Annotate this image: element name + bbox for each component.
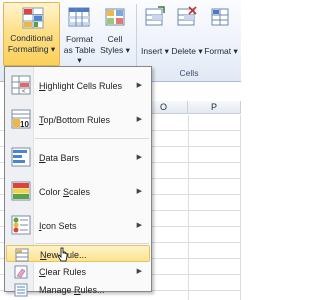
menu-item-label: Top/Bottom Rules bbox=[39, 115, 110, 125]
new-rule-icon bbox=[15, 248, 29, 262]
mouse-pointer-icon bbox=[57, 247, 68, 262]
cell-styles-label-row: Styles ▾ bbox=[99, 45, 131, 55]
menu-separator bbox=[35, 138, 149, 139]
menu-separator bbox=[35, 243, 149, 244]
svg-text:<: < bbox=[22, 89, 26, 95]
delete-label-row: Delete ▾ bbox=[171, 46, 203, 56]
gridline bbox=[188, 115, 189, 300]
label-text: ata Bars bbox=[45, 153, 80, 163]
chevron-down-icon: ▾ bbox=[233, 46, 238, 56]
menu-item-label: Color Scales bbox=[39, 187, 90, 197]
chevron-down-icon: ▾ bbox=[198, 46, 203, 56]
menu-item-clear-rules[interactable]: Clear Rules ▶ bbox=[6, 263, 150, 280]
highlight-cells-icon: < bbox=[11, 75, 31, 95]
menu-item-color-scales[interactable]: Color Scales ▶ bbox=[6, 175, 150, 207]
menu-item-label: Icon Sets bbox=[39, 221, 77, 231]
manage-rules-icon bbox=[14, 283, 28, 297]
clear-rules-icon bbox=[14, 265, 28, 279]
cell-styles-button[interactable]: Cell Styles ▾ bbox=[99, 4, 131, 64]
conditional-formatting-icon bbox=[22, 7, 44, 29]
column-header-p[interactable]: P bbox=[188, 101, 241, 114]
menu-item-data-bars[interactable]: Data Bars ▶ bbox=[6, 141, 150, 173]
format-cells-icon bbox=[211, 8, 229, 26]
submenu-arrow-icon: ▶ bbox=[136, 188, 142, 195]
data-bars-icon bbox=[11, 147, 31, 167]
gridline bbox=[240, 115, 241, 300]
menu-item-label: Data Bars bbox=[39, 153, 79, 163]
top-bottom-10-icon: 10 bbox=[11, 109, 31, 129]
cells-group-label: Cells bbox=[179, 68, 199, 78]
submenu-arrow-icon: ▶ bbox=[136, 222, 142, 229]
cell-styles-label-2: Styles bbox=[100, 45, 124, 55]
format-label: Format bbox=[204, 46, 232, 56]
cell-styles-label-1: Cell bbox=[107, 34, 123, 44]
menu-item-new-rule[interactable]: New Rule... bbox=[6, 245, 150, 262]
label-text: op/Bottom Rules bbox=[43, 115, 111, 125]
submenu-arrow-icon: ▶ bbox=[136, 82, 142, 89]
format-as-table-button[interactable]: Format as Table ▾ bbox=[62, 4, 97, 65]
chevron-down-icon: ▾ bbox=[77, 55, 82, 65]
menu-item-top-bottom-rules[interactable]: 10 Top/Bottom Rules ▶ bbox=[6, 103, 150, 135]
menu-item-highlight-cells-rules[interactable]: < Highlight Cells Rules ▶ bbox=[6, 69, 150, 101]
label-text: lear Rules bbox=[45, 267, 87, 277]
label-text: cales bbox=[69, 187, 91, 197]
delete-cells-icon bbox=[177, 6, 197, 26]
conditional-formatting-label-1: Conditional bbox=[10, 33, 53, 43]
color-scales-icon bbox=[11, 181, 31, 201]
submenu-arrow-icon: ▶ bbox=[136, 116, 142, 123]
label-text: ighlight Cells Rules bbox=[45, 81, 123, 91]
delete-label: Delete bbox=[171, 46, 196, 56]
label-text: Color bbox=[39, 187, 64, 197]
cell-styles-icon bbox=[105, 8, 125, 26]
format-label-row: Format ▾ bbox=[204, 46, 238, 56]
conditional-formatting-button[interactable]: Conditional Formatting ▾ bbox=[3, 2, 60, 66]
submenu-arrow-icon: ▶ bbox=[136, 268, 142, 275]
label-text: ules... bbox=[80, 285, 105, 295]
conditional-formatting-label-row: Formatting ▾ bbox=[4, 44, 59, 54]
label-text: con Sets bbox=[41, 221, 77, 231]
format-as-table-label-1: Format bbox=[66, 34, 93, 44]
insert-label-row: Insert ▾ bbox=[140, 46, 170, 56]
menu-item-manage-rules[interactable]: Manage Rules... bbox=[6, 281, 150, 298]
format-as-table-label-row: as Table ▾ bbox=[62, 45, 97, 65]
menu-item-icon-sets[interactable]: Icon Sets ▶ bbox=[6, 209, 150, 241]
svg-text:10: 10 bbox=[20, 120, 29, 129]
menu-item-label: Highlight Cells Rules bbox=[39, 81, 122, 91]
chevron-down-icon: ▾ bbox=[50, 44, 56, 54]
insert-label: Insert bbox=[141, 46, 163, 56]
icon-sets-icon bbox=[11, 215, 31, 235]
insert-cells-icon bbox=[145, 6, 165, 26]
menu-item-label: Manage Rules... bbox=[39, 285, 105, 295]
conditional-formatting-menu: < Highlight Cells Rules ▶ 10 Top/Bottom … bbox=[4, 66, 152, 297]
insert-button[interactable]: Insert ▾ bbox=[140, 4, 170, 64]
menu-item-label: Clear Rules bbox=[39, 267, 86, 277]
chevron-down-icon: ▾ bbox=[164, 46, 169, 56]
submenu-arrow-icon: ▶ bbox=[136, 154, 142, 161]
label-text: Manage bbox=[39, 285, 75, 295]
delete-button[interactable]: Delete ▾ bbox=[171, 4, 203, 64]
format-as-table-icon bbox=[68, 7, 90, 27]
conditional-formatting-label-2: Formatting bbox=[7, 44, 49, 54]
format-button[interactable]: Format ▾ bbox=[204, 4, 238, 64]
format-as-table-label-2: as Table bbox=[63, 45, 96, 55]
chevron-down-icon: ▾ bbox=[125, 45, 130, 55]
